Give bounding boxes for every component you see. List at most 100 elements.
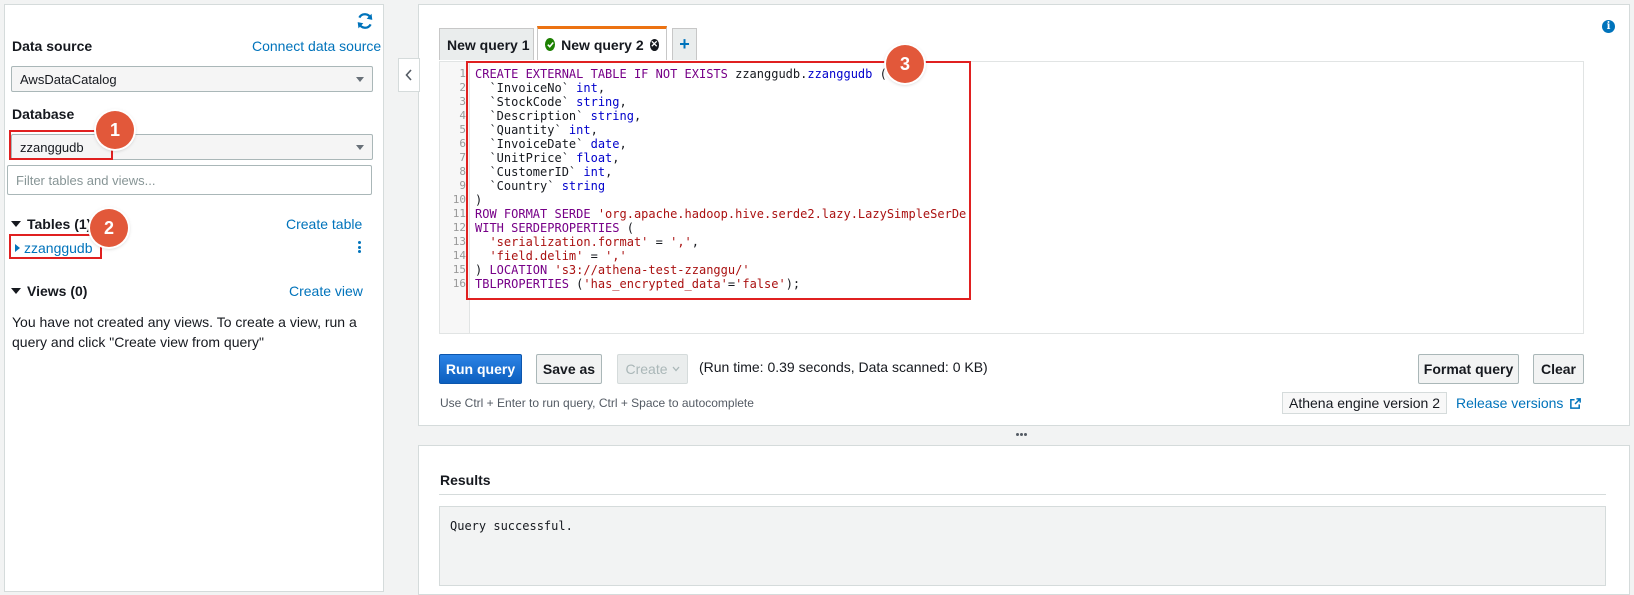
code-token: `InvoiceDate` [475,137,591,151]
collapse-sidebar-button[interactable] [398,58,420,92]
code-token: int [568,123,591,137]
release-versions-label: Release versions [1456,395,1564,411]
caret-down-icon [11,288,21,294]
create-label: Create [625,361,668,377]
line-number: 4 [459,109,466,122]
chevron-down-icon [672,366,680,372]
code-token: zzanggudb [807,67,873,81]
code-line: 'serialization.format' = ',', [475,235,699,249]
code-token: ROW FORMAT SERDE [475,207,598,221]
caret-right-icon [15,244,20,252]
format-query-button[interactable]: Format query [1418,354,1519,384]
code-token: 'false' [735,277,786,291]
code-token: string [576,95,620,109]
line-number: 16 [452,277,466,290]
create-view-link[interactable]: Create view [289,283,363,299]
code-token: = [583,249,606,263]
database-value: zzanggudb [20,140,84,155]
code-token: int [576,81,598,95]
code-token: , [619,95,627,109]
filter-tables-input[interactable] [7,165,372,195]
success-check-icon [545,38,556,51]
code-line: `InvoiceDate` date, [475,137,627,151]
code-token: , [590,123,598,137]
code-line: CREATE EXTERNAL TABLE IF NOT EXISTS zzan… [475,67,887,81]
save-as-button[interactable]: Save as [536,354,602,384]
code-line: TBLPROPERTIES ('has_encrypted_data'='fal… [475,277,800,291]
database-select[interactable]: zzanggudb [11,134,373,160]
line-number: 3 [459,95,466,108]
create-table-link[interactable]: Create table [286,216,362,232]
create-button[interactable]: Create [617,354,688,384]
code-token: `Description` [475,109,591,123]
code-token: ',' [670,235,692,249]
info-icon[interactable]: i [1602,20,1615,33]
refresh-icon[interactable] [356,12,374,30]
code-token: `InvoiceNo` [475,81,577,95]
line-number: 6 [459,137,466,150]
keyboard-hint: Use Ctrl + Enter to run query, Ctrl + Sp… [440,396,754,410]
sql-editor[interactable]: 1 2 3 4 5 6 7 8 9 10 11 12 13 14 15 16 C… [439,61,1584,334]
code-token: , [605,165,613,179]
code-token: float [576,151,613,165]
more-options-icon[interactable] [356,240,362,256]
new-tab-button[interactable]: + [672,28,697,60]
engine-version-badge: Athena engine version 2 [1282,392,1447,414]
code-token: date [590,137,620,151]
code-token: , [612,151,620,165]
close-tab-icon[interactable]: ✕ [649,38,659,51]
views-section-toggle[interactable]: Views (0) [11,283,87,299]
code-token: ); [785,277,801,291]
data-source-select[interactable]: AwsDataCatalog [11,66,373,92]
code-token: `StockCode` [475,95,577,109]
connect-data-source-link[interactable]: Connect data source [252,38,381,54]
annotation-badge-1: 1 [96,111,134,149]
tab-label: New query 1 [447,36,530,53]
database-label: Database [12,106,75,122]
code-token: = [648,235,671,249]
tab-new-query-1[interactable]: New query 1 [439,28,534,60]
line-number: 14 [452,249,466,262]
resize-handle[interactable] [1014,428,1028,440]
code-token: WITH SERDEPROPERTIES [475,221,627,235]
code-token: 's3://athena-test-zzanggu/' [554,263,750,277]
line-number: 8 [459,165,466,178]
line-number: 15 [452,263,466,276]
code-token: string [590,109,634,123]
results-output: Query successful. [439,506,1606,586]
code-line: ) [475,193,482,207]
table-item-zzanggudb[interactable]: zzanggudb [15,240,93,256]
code-line: `Description` string, [475,109,641,123]
code-line: 'field.delim' = ',' [475,249,627,263]
caret-down-icon [11,221,21,227]
data-source-value: AwsDataCatalog [20,72,117,87]
chevron-down-icon [356,145,364,150]
release-versions-link[interactable]: Release versions [1456,395,1582,411]
code-token: ',' [605,249,627,263]
line-number: 7 [459,151,466,164]
annotation-badge-2: 2 [90,209,128,247]
annotation-badge-3: 3 [886,45,924,83]
chevron-left-icon [405,69,412,81]
code-token: , [619,137,627,151]
code-token: 'has_encrypted_data' [583,277,728,291]
results-title: Results [440,472,491,488]
code-line: `UnitPrice` float, [475,151,620,165]
tab-new-query-2[interactable]: New query 2 ✕ [537,26,667,60]
line-number: 5 [459,123,466,136]
code-token: `Country` [475,179,562,193]
code-token: CREATE EXTERNAL TABLE IF NOT EXISTS [475,67,736,81]
code-token: , [597,81,606,95]
code-token: , [691,235,700,249]
code-line: WITH SERDEPROPERTIES ( [475,221,634,235]
line-number: 10 [452,193,466,206]
tables-section-toggle[interactable]: Tables (1) [11,216,91,232]
code-token: TBLPROPERTIES [475,277,577,291]
code-line: `Country` string [475,179,605,193]
run-query-button[interactable]: Run query [439,354,522,384]
code-token: ( [626,221,634,235]
chevron-down-icon [356,77,364,82]
line-number: 13 [452,235,466,248]
clear-button[interactable]: Clear [1533,354,1584,384]
line-number: 12 [452,221,466,234]
